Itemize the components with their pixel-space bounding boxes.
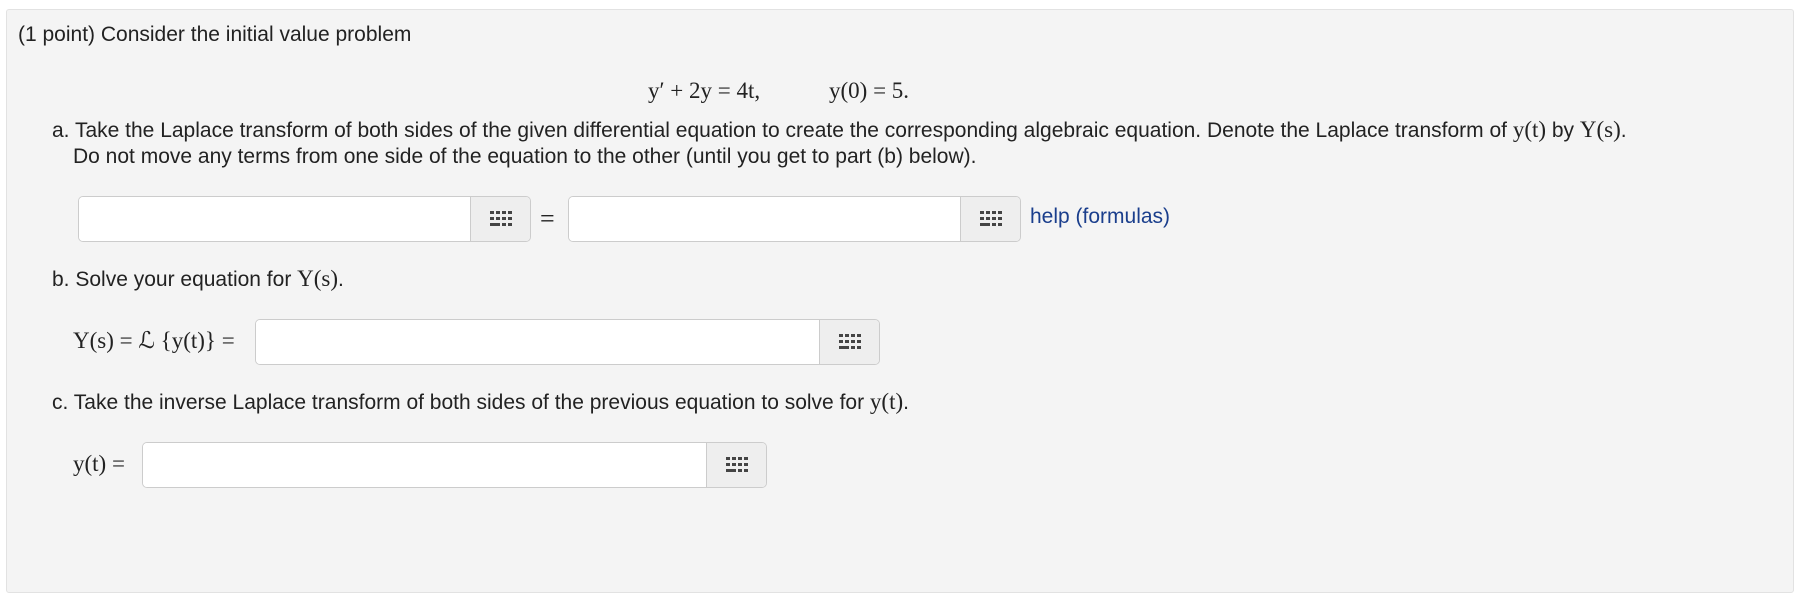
part-b-input[interactable] [256,320,819,364]
part-a-right-answer [568,196,1021,242]
part-b-instruction: b. Solve your equation for Y(s). [52,266,344,293]
part-a-left-equation-editor-button[interactable] [470,197,530,241]
equals-sign: = [540,204,555,233]
math-Y-of-s: Y(s) [1579,117,1621,142]
part-b-text: b. Solve your equation for [52,268,298,291]
help-formulas-link[interactable]: help (formulas) [1030,204,1170,230]
part-b-answer-label: Y(s) = ℒ {y(t)} = [73,328,235,353]
problem-panel: (1 point) Consider the initial value pro… [6,9,1794,593]
part-a-right-input[interactable] [569,197,960,241]
part-b-period: . [338,268,344,291]
part-a-right-equation-editor-button[interactable] [960,197,1020,241]
part-c-answer-label: y(t) = [73,451,125,476]
math-Y-of-s: Y(s) [297,266,339,291]
part-c-period: . [903,391,909,414]
part-c-text: c. Take the inverse Laplace transform of… [52,391,870,414]
differential-equation: y′ + 2y = 4t, [648,78,761,103]
initial-condition: y(0) = 5. [829,78,910,103]
part-c-equation-editor-button[interactable] [706,443,766,487]
part-c-input[interactable] [143,443,706,487]
part-a-period: . [1620,119,1627,142]
math-y-of-t: y(t) [1512,117,1547,142]
part-a-text: a. Take the Laplace transform of both si… [52,119,1513,142]
part-a-instruction-line1: a. Take the Laplace transform of both si… [52,117,1627,144]
math-y-of-t: y(t) [869,389,904,414]
part-a-left-input[interactable] [79,197,470,241]
grid-icon [725,457,748,472]
grid-icon [979,211,1002,226]
part-b-answer [255,319,880,365]
part-a-by: by [1546,119,1580,142]
problem-header: (1 point) Consider the initial value pro… [18,23,412,46]
part-c-answer [142,442,767,488]
part-a-instruction-line2: Do not move any terms from one side of t… [73,145,977,168]
grid-icon [838,334,861,349]
part-c-instruction: c. Take the inverse Laplace transform of… [52,389,909,416]
part-a-left-answer [78,196,531,242]
part-b-equation-editor-button[interactable] [819,320,879,364]
grid-icon [489,211,512,226]
